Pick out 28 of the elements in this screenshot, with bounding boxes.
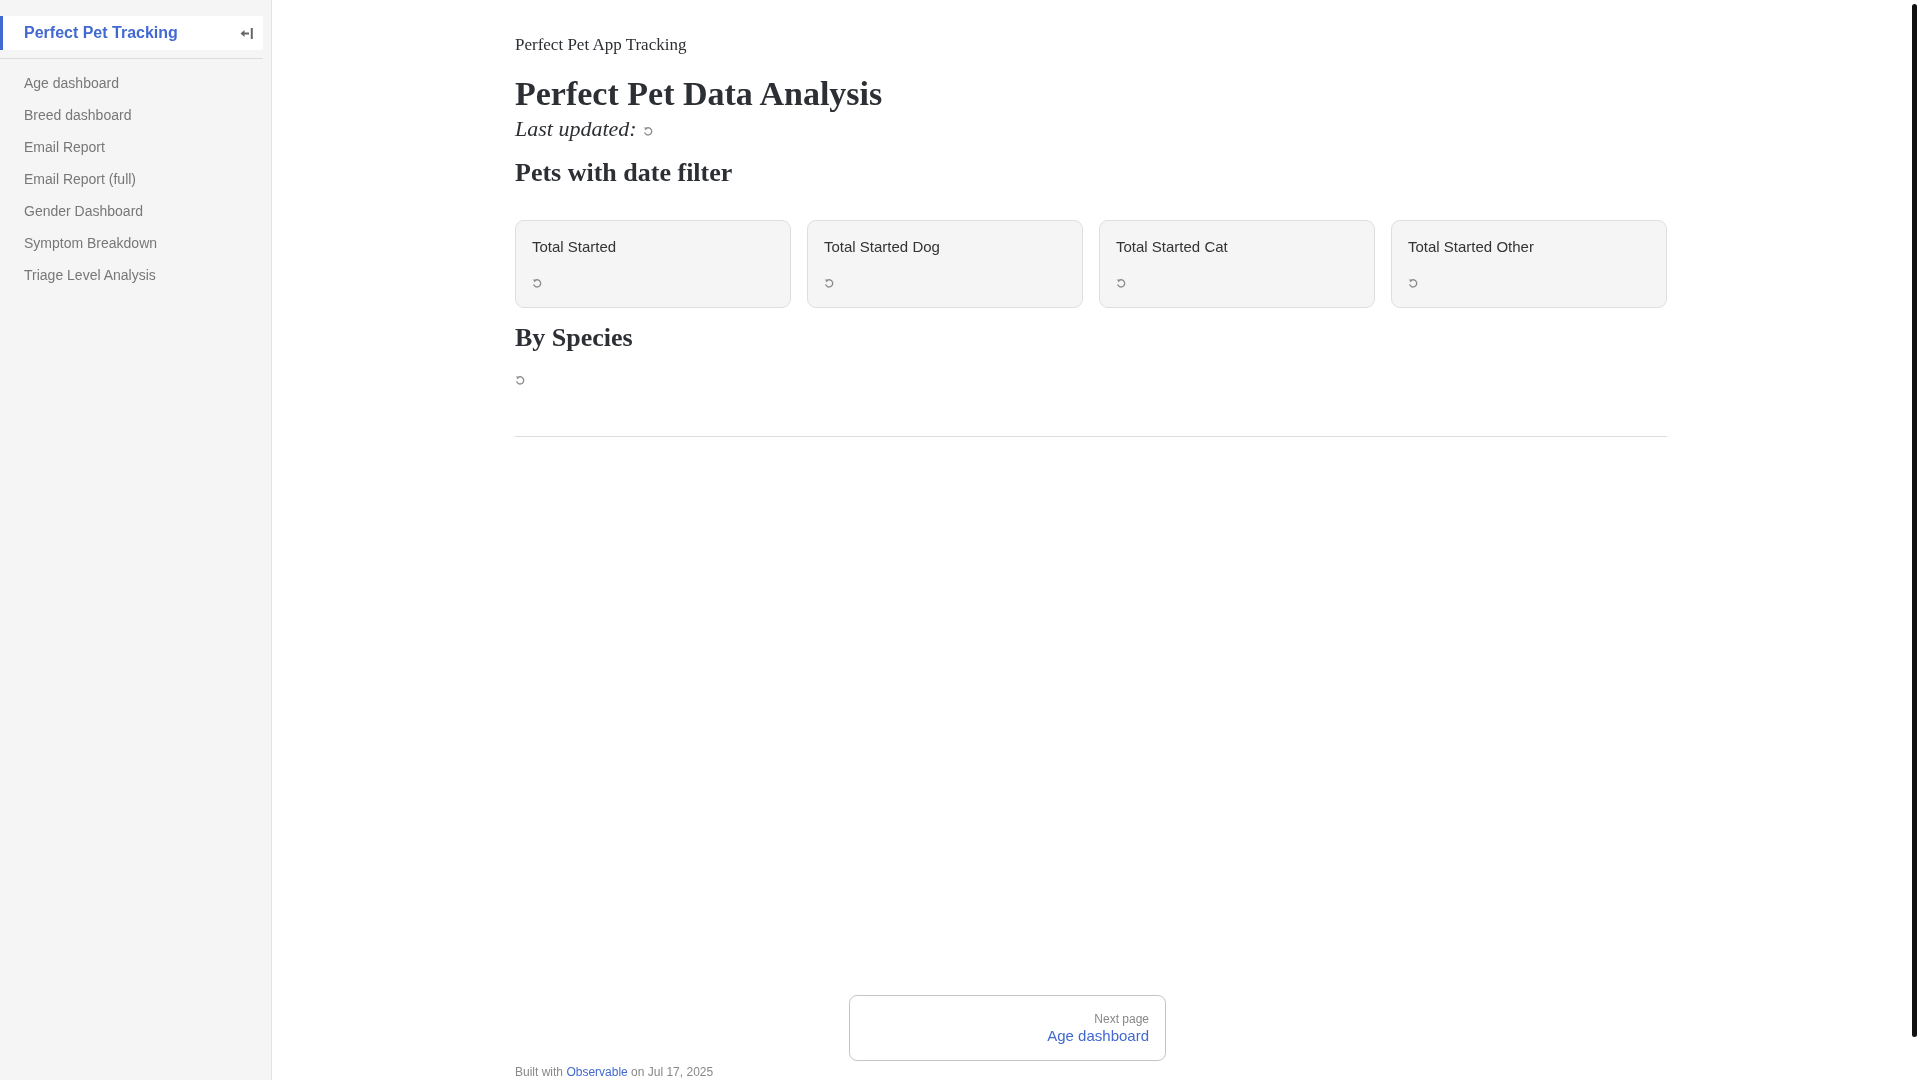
circular-arrow-icon: [532, 278, 542, 288]
scrollbar-thumb[interactable]: [1912, 4, 1917, 1037]
section-heading: By Species: [515, 322, 633, 353]
circular-arrow-icon: [1116, 278, 1126, 288]
page-kicker: Perfect Pet App Tracking: [515, 34, 687, 56]
card-title: Total Started Other: [1408, 238, 1535, 256]
footer-text: Built with Observable on Jul 17, 2025: [515, 1064, 714, 1080]
next-page-link[interactable]: Next page Age dashboard: [849, 995, 1166, 1061]
section-heading: Pets with date filter: [515, 157, 733, 188]
last-updated-label: Last updated:: [515, 115, 637, 143]
arrow-to-bar-icon[interactable]: [240, 27, 253, 39]
sidebar-link[interactable]: Gender Dashboard: [0, 195, 263, 227]
circular-arrow-icon: [824, 278, 834, 288]
sidebar-link[interactable]: Age dashboard: [0, 67, 263, 99]
sidebar-link[interactable]: Symptom Breakdown: [0, 227, 263, 259]
circular-arrow-icon: [515, 375, 525, 385]
card-title: Total Started: [532, 238, 618, 256]
card-title: Total Started Cat: [1116, 238, 1229, 256]
page-title: Perfect Pet Data Analysis: [515, 74, 883, 114]
circular-arrow-icon: [642, 126, 653, 136]
sidebar-link[interactable]: Email Report (full): [0, 163, 263, 195]
sidebar-link[interactable]: Triage Level Analysis: [0, 259, 263, 291]
circular-arrow-icon: [1408, 278, 1418, 288]
card-title: Total Started Dog: [824, 238, 941, 256]
sidebar-link[interactable]: Email Report: [0, 131, 263, 163]
observable-link[interactable]: Observable: [566, 1065, 628, 1079]
sidebar-link[interactable]: Breed dashboard: [0, 99, 263, 131]
sidebar-title-link[interactable]: Perfect Pet Tracking: [24, 23, 178, 43]
